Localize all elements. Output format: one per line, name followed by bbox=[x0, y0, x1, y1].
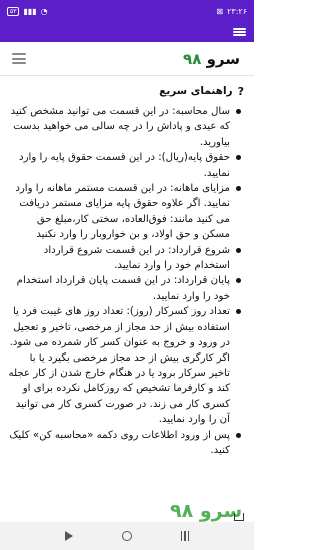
guide-section: ? راهنمای سریع سال محاسبه: در این قسمت م… bbox=[0, 80, 254, 520]
guide-list: سال محاسبه: در این قسمت می توانید مشخص ک… bbox=[6, 104, 244, 458]
list-item: پایان قرارداد: در این قسمت پایان قرارداد… bbox=[6, 273, 241, 304]
logo-text: سرو bbox=[206, 49, 240, 68]
guide-title-row: ? راهنمای سریع bbox=[6, 80, 244, 102]
system-nav-bar bbox=[0, 522, 254, 550]
list-item: شروع قرارداد: در این قسمت شروع قرارداد ا… bbox=[6, 243, 241, 274]
list-item: پس از ورود اطلاعات روی دکمه «محاسبه کن» … bbox=[6, 428, 241, 459]
list-item: مزایای ماهانه: در این قسمت مستمر ماهانه … bbox=[6, 181, 241, 243]
home-icon[interactable] bbox=[121, 531, 132, 541]
status-right: ⊠ ۲۳:۲۶ bbox=[216, 7, 247, 16]
site-header: سرو ۹۸ bbox=[0, 42, 254, 76]
guide-title: راهنمای سریع bbox=[159, 85, 233, 97]
battery-icon: ۵۳ bbox=[7, 6, 20, 16]
back-icon[interactable] bbox=[64, 531, 73, 541]
status-bar: ۵۳ ▮▮▮ ◔ ⊠ ۲۳:۲۶ bbox=[0, 0, 254, 22]
question-icon: ? bbox=[237, 84, 244, 98]
list-item: سال محاسبه: در این قسمت می توانید مشخص ک… bbox=[6, 104, 241, 150]
watermark-logo: سرو ۹۸ bbox=[170, 500, 243, 522]
signal-icon: ▮▮▮ bbox=[23, 6, 37, 16]
site-logo[interactable]: سرو ۹۸ bbox=[183, 50, 240, 68]
status-left: ۵۳ ▮▮▮ ◔ bbox=[7, 6, 48, 16]
list-item: حقوق پایه(ریال): در این قسمت حقوق پایه ر… bbox=[6, 150, 241, 181]
app-bar bbox=[0, 22, 254, 42]
list-item: تعداد روز کسرکار (روز): تعداد روز های غی… bbox=[6, 304, 241, 427]
hamburger-menu-icon[interactable] bbox=[12, 53, 26, 64]
logo-number: ۹۸ bbox=[183, 49, 202, 68]
wifi-icon: ◔ bbox=[40, 6, 48, 16]
status-time: ۲۳:۲۶ bbox=[227, 6, 247, 16]
notification-icon: ⊠ bbox=[216, 6, 224, 16]
top-menu-icon[interactable] bbox=[233, 25, 246, 39]
corner-box-icon bbox=[234, 513, 244, 521]
recents-icon[interactable] bbox=[180, 531, 190, 541]
